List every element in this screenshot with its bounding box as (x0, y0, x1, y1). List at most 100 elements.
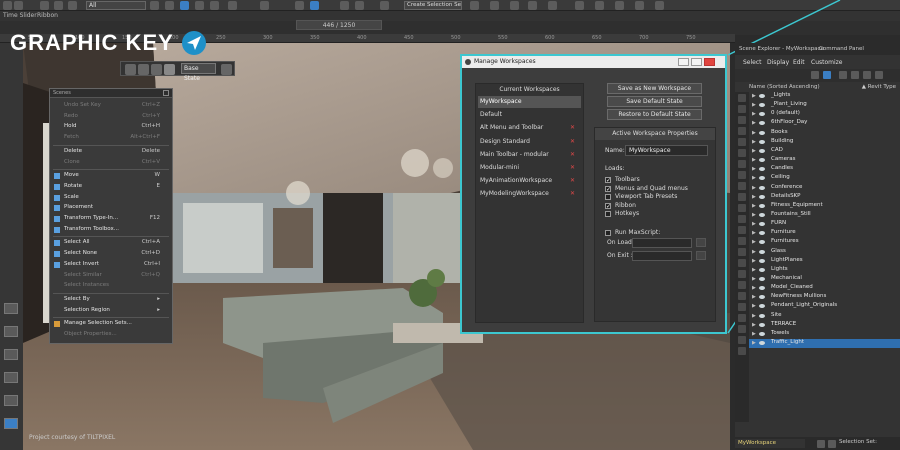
visibility-eye-icon[interactable] (759, 240, 765, 245)
menu-edit[interactable]: Edit (793, 59, 805, 66)
lock-icon[interactable] (839, 71, 847, 79)
visibility-eye-icon[interactable] (759, 331, 765, 336)
column-header[interactable]: Name (Sorted Ascending) ▲ Revit Type (749, 83, 900, 92)
layer-row[interactable]: ▶ Site (749, 312, 900, 321)
layer-row[interactable]: ▶ Furniture (749, 229, 900, 238)
expand-icon[interactable]: ▶ (752, 139, 756, 145)
name-column-label[interactable]: Name (Sorted Ascending) (749, 84, 820, 90)
layer-row[interactable]: ▶ Conference (749, 184, 900, 193)
expand-icon[interactable]: ▶ (752, 194, 756, 200)
expand-icon[interactable]: ▶ (752, 258, 756, 264)
visibility-eye-icon[interactable] (759, 112, 765, 117)
expand-icon[interactable]: ▶ (752, 212, 756, 218)
layer-row[interactable]: ▶ _Plant_Living (749, 101, 900, 110)
visibility-eye-icon[interactable] (759, 341, 765, 346)
layer-row[interactable]: ▶ NewFitness Mullions (749, 293, 900, 302)
hierarchy-icon[interactable] (863, 71, 871, 79)
layer-row[interactable]: ▶ LightPlanes (749, 257, 900, 266)
visibility-eye-icon[interactable] (759, 139, 765, 144)
visibility-eye-icon[interactable] (759, 249, 765, 254)
expand-icon[interactable]: ▶ (752, 322, 756, 328)
visibility-eye-icon[interactable] (759, 203, 765, 208)
expand-icon[interactable]: ▶ (752, 221, 756, 227)
visibility-eye-icon[interactable] (759, 277, 765, 281)
expand-icon[interactable]: ▶ (752, 239, 756, 245)
visibility-eye-icon[interactable] (759, 194, 765, 199)
visibility-eye-icon[interactable] (759, 167, 765, 172)
layers-icon[interactable] (875, 71, 883, 79)
expand-icon[interactable]: ▶ (752, 303, 756, 309)
layer-row[interactable]: ▶ Lights (749, 266, 900, 275)
layer-row[interactable]: ▶ CAD (749, 147, 900, 156)
visibility-eye-icon[interactable] (759, 304, 765, 309)
expand-icon[interactable]: ▶ (752, 294, 756, 300)
expand-icon[interactable]: ▶ (752, 157, 756, 163)
explorer-layer-icon[interactable] (817, 440, 825, 448)
layer-row[interactable]: ▶ Candles (749, 165, 900, 174)
visibility-eye-icon[interactable] (759, 322, 765, 327)
expand-icon[interactable]: ▶ (752, 148, 756, 154)
layer-row[interactable]: ▶ FURN (749, 220, 900, 229)
layer-row[interactable]: ▶ Model_Cleaned (749, 284, 900, 293)
layer-row[interactable]: ▶ Traffic_Light (749, 339, 900, 348)
layer-row[interactable]: ▶ Towels (749, 330, 900, 339)
sort-icon[interactable] (851, 71, 859, 79)
expand-icon[interactable]: ▶ (752, 340, 756, 346)
visibility-eye-icon[interactable] (759, 103, 765, 108)
expand-icon[interactable]: ▶ (752, 285, 756, 291)
layer-row[interactable]: ▶ Building (749, 138, 900, 147)
clear-search-icon[interactable] (811, 71, 819, 79)
expand-icon[interactable]: ▶ (752, 267, 756, 273)
layer-row[interactable]: ▶ TERRACE (749, 321, 900, 330)
expand-icon[interactable]: ▶ (752, 166, 756, 172)
filter-icon[interactable] (823, 71, 831, 79)
visibility-eye-icon[interactable] (759, 222, 765, 227)
layer-row[interactable]: ▶ Fitness_Equipment (749, 202, 900, 211)
revit-type-column-label[interactable]: ▲ Revit Type (862, 84, 896, 90)
visibility-eye-icon[interactable] (759, 313, 765, 318)
expand-icon[interactable]: ▶ (752, 276, 756, 282)
expand-icon[interactable]: ▶ (752, 313, 756, 319)
visibility-eye-icon[interactable] (759, 267, 765, 272)
layer-row[interactable]: ▶ Mechanical (749, 275, 900, 284)
tab-command-panel[interactable]: Command Panel (819, 46, 864, 52)
expand-icon[interactable]: ▶ (752, 93, 756, 99)
expand-icon[interactable]: ▶ (752, 175, 756, 181)
layer-row[interactable]: ▶ Ceiling (749, 174, 900, 183)
menu-display[interactable]: Display (767, 59, 789, 66)
expand-icon[interactable]: ▶ (752, 102, 756, 108)
visibility-eye-icon[interactable] (759, 212, 765, 217)
layer-row[interactable]: ▶ Cameras (749, 156, 900, 165)
explorer-object-icon[interactable] (828, 440, 836, 448)
expand-icon[interactable]: ▶ (752, 230, 756, 236)
layer-row[interactable]: ▶ Glass (749, 248, 900, 257)
visibility-eye-icon[interactable] (759, 258, 765, 263)
expand-icon[interactable]: ▶ (752, 185, 756, 191)
menu-select[interactable]: Select (743, 59, 762, 66)
visibility-eye-icon[interactable] (759, 148, 765, 153)
visibility-eye-icon[interactable] (759, 158, 765, 163)
visibility-eye-icon[interactable] (759, 130, 765, 135)
visibility-eye-icon[interactable] (759, 286, 765, 291)
layer-row[interactable]: ▶ 6thFloor_Day (749, 119, 900, 128)
layer-row[interactable]: ▶ Pendant_Light_Originals (749, 302, 900, 311)
visibility-eye-icon[interactable] (759, 295, 765, 300)
layer-row[interactable]: ▶ Fountains_Still (749, 211, 900, 220)
visibility-eye-icon[interactable] (759, 121, 765, 126)
tab-scene-explorer[interactable]: Scene Explorer - MyWorkspace (739, 46, 824, 52)
expand-icon[interactable]: ▶ (752, 203, 756, 209)
expand-icon[interactable]: ▶ (752, 111, 756, 117)
menu-customize[interactable]: Customize (811, 59, 843, 66)
layer-row[interactable]: ▶ DetailsSKP (749, 193, 900, 202)
layer-row[interactable]: ▶ Furnitures (749, 238, 900, 247)
layer-row[interactable]: ▶ 0 (default) (749, 110, 900, 119)
visibility-eye-icon[interactable] (759, 185, 765, 190)
visibility-eye-icon[interactable] (759, 176, 765, 181)
expand-icon[interactable]: ▶ (752, 130, 756, 136)
visibility-eye-icon[interactable] (759, 231, 765, 236)
expand-icon[interactable]: ▶ (752, 120, 756, 126)
expand-icon[interactable]: ▶ (752, 249, 756, 255)
layer-row[interactable]: ▶ Books (749, 129, 900, 138)
workspace-dropdown[interactable]: MyWorkspace (735, 439, 805, 448)
layer-row[interactable]: ▶ _Lights (749, 92, 900, 101)
